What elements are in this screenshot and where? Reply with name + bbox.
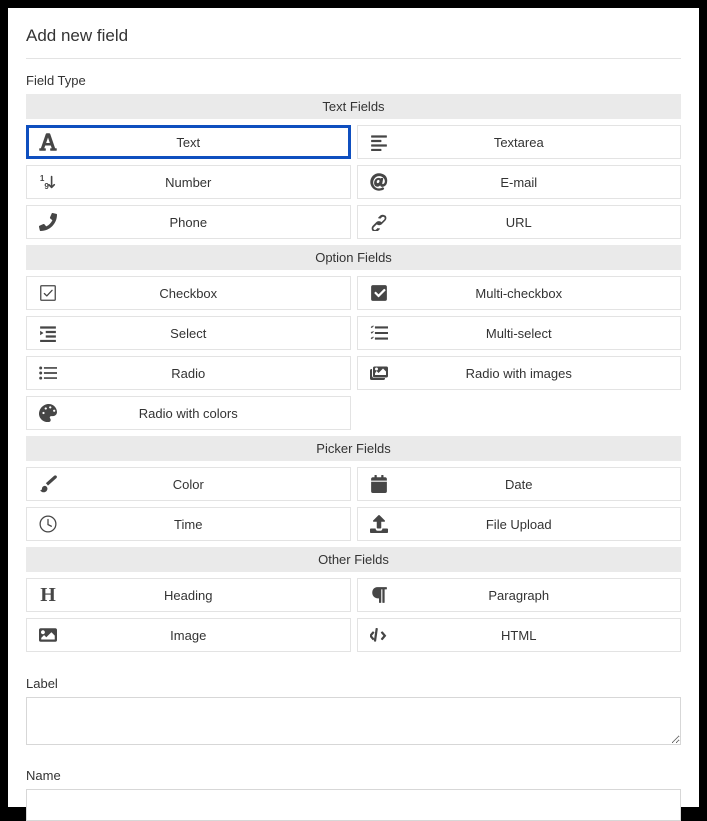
group-header-picker: Picker Fields [26,436,681,461]
heading-icon: H [37,584,59,606]
add-field-panel: Add new field Field Type Text Fields Tex… [8,8,699,807]
field-select[interactable]: Select [26,316,351,350]
field-radio-images[interactable]: Radio with images [357,356,682,390]
field-label: File Upload [486,517,552,532]
field-radio-colors[interactable]: Radio with colors [26,396,351,430]
group-text: Text Textarea 19 Number E-mail Phone [26,119,681,245]
field-email[interactable]: E-mail [357,165,682,199]
divider [26,58,681,59]
sort-numeric-icon: 19 [37,171,59,193]
calendar-icon [368,473,390,495]
field-label: Multi-checkbox [475,286,562,301]
field-label: Select [170,326,206,341]
field-label: Phone [169,215,207,230]
upload-icon [368,513,390,535]
palette-icon [37,402,59,424]
field-textarea[interactable]: Textarea [357,125,682,159]
group-header-other: Other Fields [26,547,681,572]
field-image[interactable]: Image [26,618,351,652]
field-label: Heading [164,588,212,603]
field-label: HTML [501,628,536,643]
field-label: Number [165,175,211,190]
field-type-label: Field Type [26,73,681,88]
field-label: Radio [171,366,205,381]
field-label: Radio with colors [139,406,238,421]
field-label: Image [170,628,206,643]
paragraph-icon [368,584,390,606]
field-date[interactable]: Date [357,467,682,501]
field-label: Time [174,517,202,532]
field-color[interactable]: Color [26,467,351,501]
field-heading[interactable]: H Heading [26,578,351,612]
group-option: Checkbox Multi-checkbox Select Multi-sel… [26,270,681,436]
field-radio[interactable]: Radio [26,356,351,390]
field-label: Text [176,135,200,150]
list-check-icon [368,322,390,344]
field-phone[interactable]: Phone [26,205,351,239]
clock-icon [37,513,59,535]
image-icon [37,624,59,646]
at-icon [368,171,390,193]
field-label: URL [506,215,532,230]
field-text[interactable]: Text [26,125,351,159]
images-icon [368,362,390,384]
list-ul-icon [37,362,59,384]
field-paragraph[interactable]: Paragraph [357,578,682,612]
field-multi-checkbox[interactable]: Multi-checkbox [357,276,682,310]
link-icon [368,211,390,233]
paintbrush-icon [37,473,59,495]
field-label: Checkbox [159,286,217,301]
field-label: Multi-select [486,326,552,341]
field-url[interactable]: URL [357,205,682,239]
phone-icon [37,211,59,233]
field-label: Paragraph [488,588,549,603]
field-checkbox[interactable]: Checkbox [26,276,351,310]
group-picker: Color Date Time File Upload [26,461,681,547]
group-other: H Heading Paragraph Image HTML [26,572,681,658]
code-icon [368,624,390,646]
field-label: Date [505,477,532,492]
field-label: E-mail [500,175,537,190]
field-multi-select[interactable]: Multi-select [357,316,682,350]
group-header-text: Text Fields [26,94,681,119]
name-field-label: Name [26,768,681,783]
svg-text:9: 9 [44,182,49,191]
align-left-icon [368,131,390,153]
field-file-upload[interactable]: File Upload [357,507,682,541]
label-input[interactable] [26,697,681,745]
field-label: Radio with images [466,366,572,381]
name-input[interactable] [26,789,681,821]
field-label: Color [173,477,204,492]
indent-icon [37,322,59,344]
check-square-icon [37,282,59,304]
label-field-label: Label [26,676,681,691]
field-time[interactable]: Time [26,507,351,541]
font-icon [37,131,59,153]
field-number[interactable]: 19 Number [26,165,351,199]
field-html[interactable]: HTML [357,618,682,652]
field-label: Textarea [494,135,544,150]
panel-title: Add new field [26,26,681,46]
check-square-filled-icon [368,282,390,304]
group-header-option: Option Fields [26,245,681,270]
